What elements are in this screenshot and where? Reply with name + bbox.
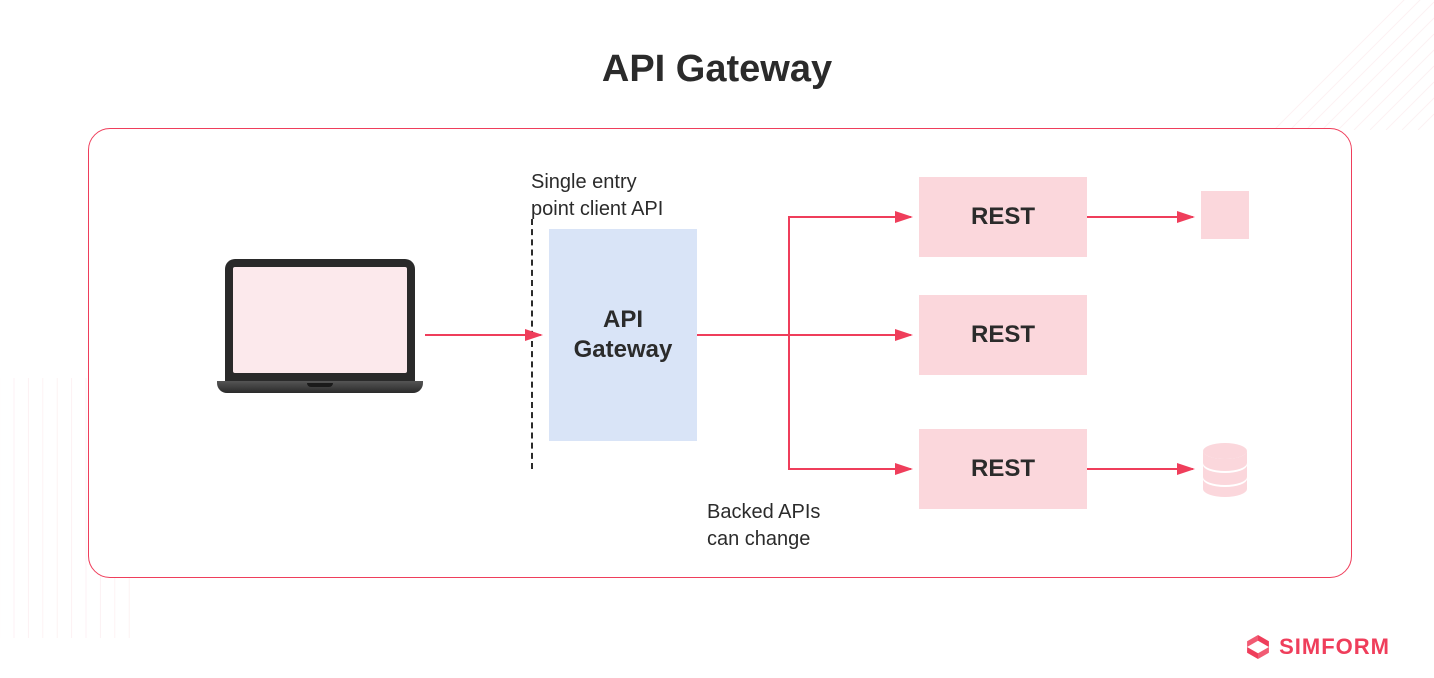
brand-text: SIMFORM	[1279, 634, 1390, 660]
rest-node-3: REST	[919, 429, 1087, 509]
brand-logo: SIMFORM	[1245, 634, 1390, 660]
rest-node-2: REST	[919, 295, 1087, 375]
database-icon	[1201, 443, 1249, 497]
api-gateway-node: API Gateway	[549, 229, 697, 441]
backed-apis-label: Backed APIs can change	[707, 499, 820, 553]
rest-node-1: REST	[919, 177, 1087, 257]
brand-mark-icon	[1245, 634, 1271, 660]
diagram-container: Single entry point client API Backed API…	[88, 128, 1352, 578]
client-laptop-icon	[217, 259, 423, 409]
entry-point-label: Single entry point client API	[531, 169, 663, 223]
diagram-title: API Gateway	[0, 48, 1434, 91]
entry-boundary-line	[531, 219, 533, 469]
output-box-icon	[1201, 191, 1249, 239]
